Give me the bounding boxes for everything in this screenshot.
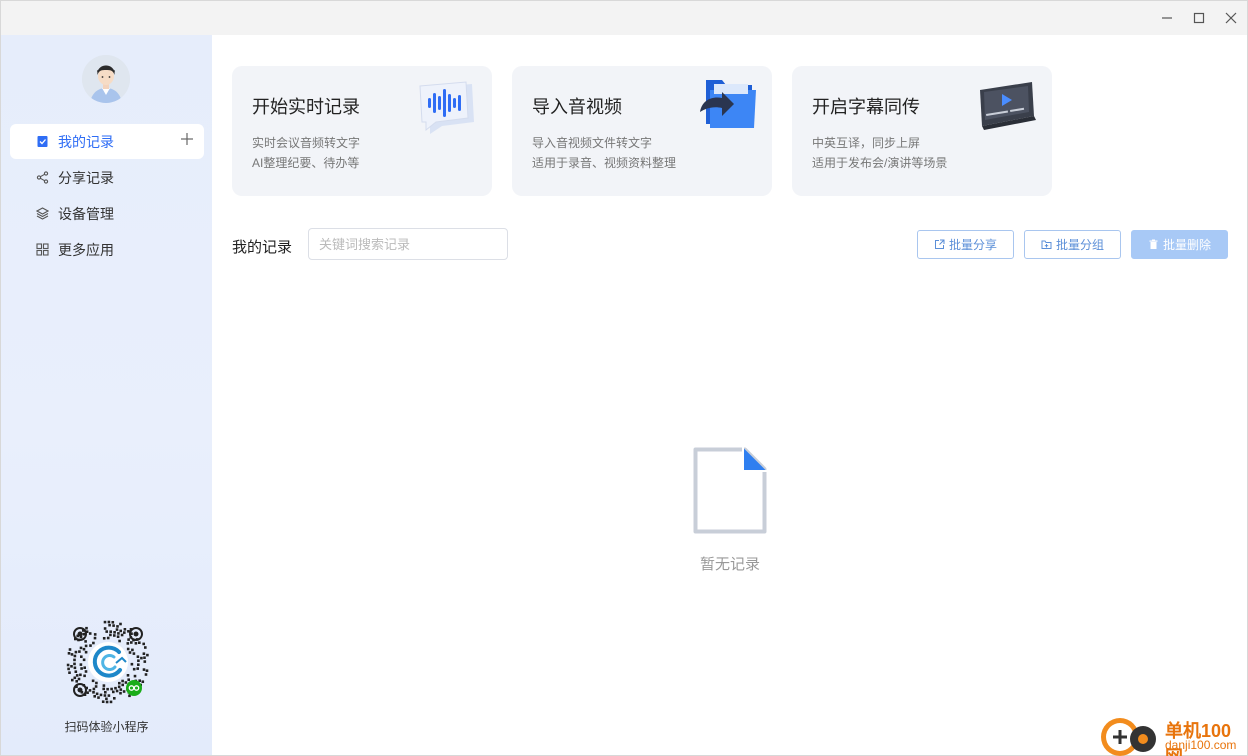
folder-add-icon: [1041, 240, 1052, 249]
batch-group-label: 批量分组: [1055, 238, 1104, 252]
card-title: 开启字幕同传: [812, 97, 920, 117]
batch-delete-button[interactable]: 批量删除: [1131, 230, 1228, 259]
sidebar-item-shared-records[interactable]: 分享记录: [10, 160, 204, 195]
card-title: 开始实时记录: [252, 97, 360, 117]
sidebar-item-label: 我的记录: [58, 133, 114, 150]
sidebar-item-my-records[interactable]: 我的记录: [10, 124, 204, 159]
sidebar: 我的记录 分享记录 设备管理 更多应用 扫码体验小程序: [1, 35, 212, 755]
sidebar-item-label: 更多应用: [58, 241, 114, 258]
sidebar-item-label: 设备管理: [58, 205, 114, 222]
layers-icon: [36, 207, 49, 220]
card-subtitle-translation[interactable]: 开启字幕同传 中英互译，同步上屏 适用于发布会/演讲等场景: [792, 66, 1052, 196]
empty-file-icon: [693, 447, 767, 534]
batch-group-button[interactable]: 批量分组: [1024, 230, 1121, 259]
title-bar: [1, 1, 1247, 35]
card-desc: 实时会议音频转文字: [252, 136, 361, 150]
add-icon[interactable]: [180, 132, 194, 146]
watermark-url: danji100.com: [1165, 738, 1237, 752]
records-title: 我的记录: [232, 239, 293, 256]
card-desc: 导入音视频文件转文字: [532, 136, 653, 150]
close-icon[interactable]: [1222, 9, 1240, 27]
minimize-icon[interactable]: [1158, 9, 1176, 27]
share-icon: [36, 171, 49, 184]
avatar[interactable]: [82, 55, 130, 103]
grid-icon: [36, 243, 49, 256]
empty-state-text: 暂无记录: [699, 556, 760, 573]
batch-delete-label: 批量删除: [1162, 238, 1211, 252]
document-check-icon: [37, 136, 48, 147]
card-desc: 适用于录音、视频资料整理: [532, 156, 677, 170]
card-desc: AI整理纪要、待办等: [252, 156, 360, 170]
batch-share-label: 批量分享: [948, 238, 997, 252]
trash-icon: [1149, 239, 1158, 249]
card-desc: 适用于发布会/演讲等场景: [812, 156, 948, 170]
sidebar-item-device-management[interactable]: 设备管理: [10, 196, 204, 231]
card-title: 导入音视频: [532, 97, 622, 117]
app-window: 我的记录 分享记录 设备管理 更多应用 扫码体验小程序 开始实时记录 实时会议音…: [0, 0, 1248, 756]
search-input[interactable]: [308, 228, 508, 260]
qr-caption: 扫码体验小程序: [64, 720, 149, 734]
sidebar-item-label: 分享记录: [58, 169, 114, 186]
card-realtime-record[interactable]: 开始实时记录 实时会议音频转文字 AI整理纪要、待办等: [232, 66, 492, 196]
card-desc: 中英互译，同步上屏: [812, 136, 921, 150]
card-import-media[interactable]: 导入音视频 导入音视频文件转文字 适用于录音、视频资料整理: [512, 66, 772, 196]
share-out-icon: [934, 239, 945, 249]
maximize-icon[interactable]: [1190, 9, 1208, 27]
import-folder-icon: [700, 80, 756, 128]
sidebar-item-more-apps[interactable]: 更多应用: [10, 232, 204, 267]
batch-share-button[interactable]: 批量分享: [917, 230, 1014, 259]
audio-wave-icon: [419, 81, 474, 134]
subtitle-screen-icon: [980, 82, 1036, 130]
mini-program-qr-code: [66, 620, 149, 704]
